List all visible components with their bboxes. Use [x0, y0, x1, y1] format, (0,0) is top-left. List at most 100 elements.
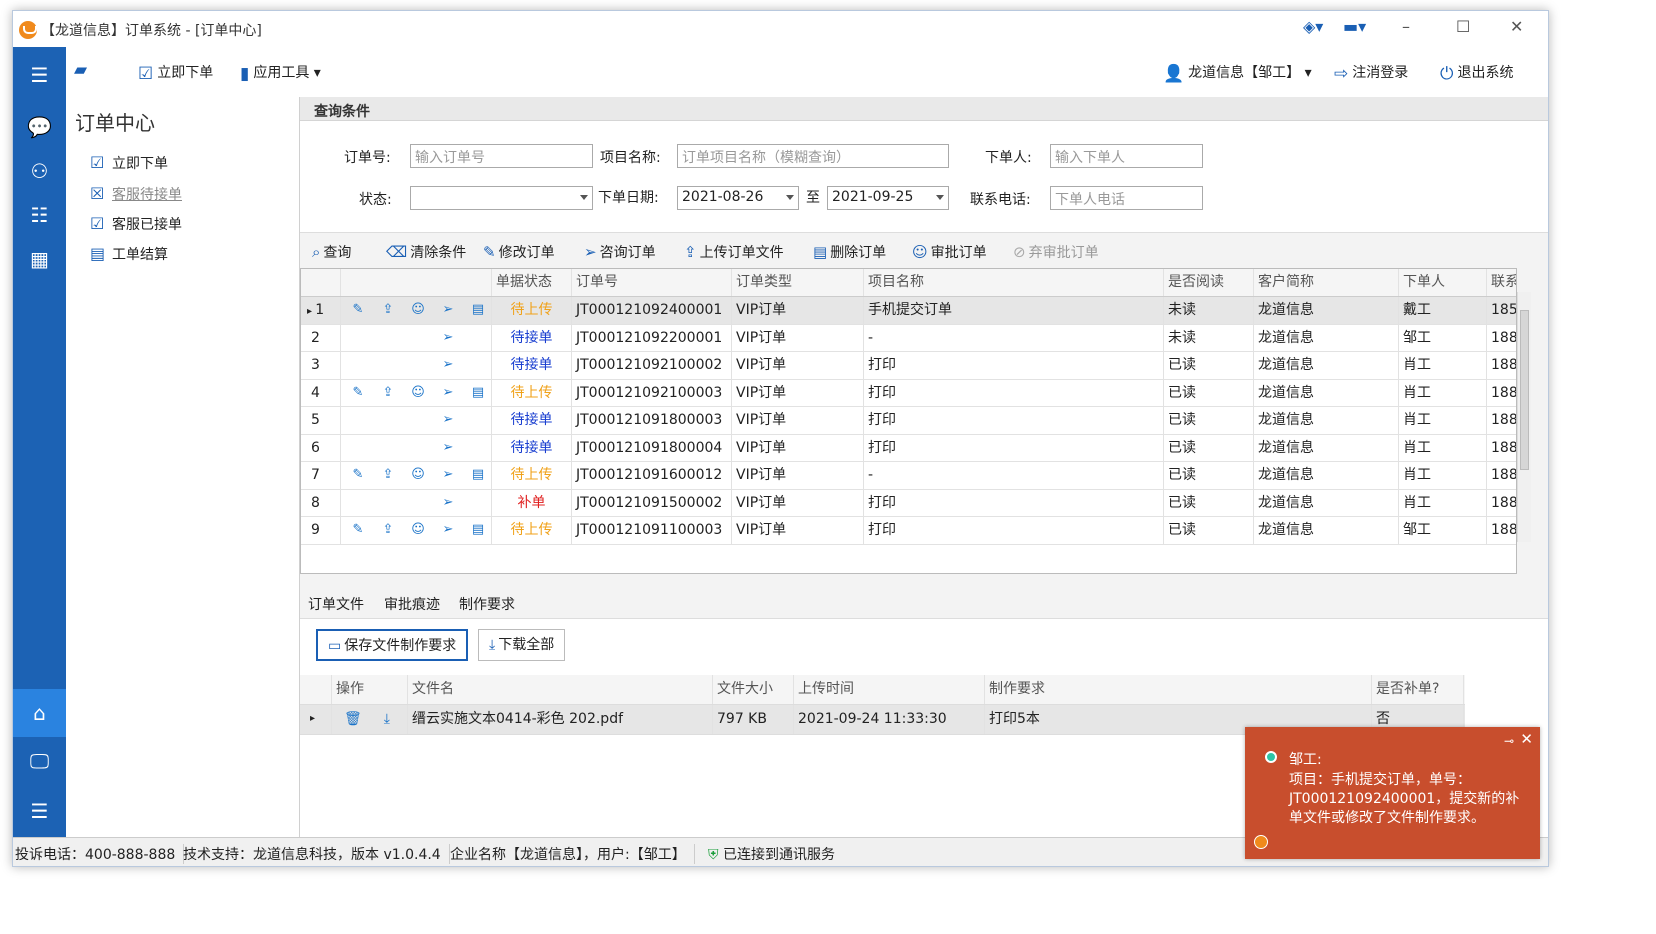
phone-input[interactable]: 下单人电话 [1050, 186, 1203, 210]
row-operations: ➢ [341, 434, 492, 461]
action-send-button[interactable]: ➢ 咨询订单 [584, 242, 656, 262]
tab-approval-trace[interactable]: 审批痕迹 [384, 594, 440, 614]
project-input[interactable]: 订单项目名称（模糊查询） [677, 144, 949, 168]
action-upload-button[interactable]: ⇪ 上传订单文件 [684, 242, 784, 262]
maximize-button[interactable]: ☐ [1456, 17, 1470, 36]
delete-doc-icon[interactable]: ▤ [463, 517, 491, 543]
status-select[interactable] [410, 186, 593, 210]
upload-icon[interactable]: ⇪ [373, 517, 403, 543]
send-icon[interactable]: ➢ [433, 435, 463, 461]
date-to-picker[interactable]: 2021-09-25 [827, 186, 949, 210]
home-icon[interactable]: ⌂ [13, 689, 66, 737]
column-header[interactable]: 单据状态 [492, 269, 572, 296]
query-form: 订单号: 输入订单号 项目名称: 订单项目名称（模糊查询） 下单人: 输入下单人… [300, 121, 1548, 233]
chat-icon[interactable]: ▰ [74, 60, 87, 80]
send-icon[interactable]: ➢ [433, 325, 463, 351]
delete-doc-icon[interactable]: ▤ [463, 462, 491, 488]
org-chart-icon[interactable]: ⚇ [13, 151, 66, 191]
upload-icon[interactable]: ⇪ [373, 462, 403, 488]
send-icon[interactable]: ➢ [433, 352, 463, 378]
cell-phone: 1882 [1487, 352, 1516, 379]
upload-icon[interactable]: ⇪ [373, 380, 403, 406]
trash-icon[interactable]: 🗑 [344, 711, 362, 727]
files-table-header: 操作 文件名 文件大小 上传时间 制作要求 是否补单? [300, 675, 1465, 705]
user-menu[interactable]: 👤 龙道信息【邹工】 ▾ [1163, 62, 1312, 84]
action-clear-button[interactable]: ⌫ 清除条件 [386, 242, 466, 262]
notification-toast[interactable]: ⊸ ✕ 邹工: 项目：手机提交订单，单号：JT000121092400001，提… [1245, 727, 1540, 859]
table-row[interactable]: 7 ✎ ⇪ ☺ ➢ ▤ 待上传 JT000121091600012 VIP订单 - 已读 龙道信息 肖工… [301, 462, 1516, 490]
send-icon[interactable]: ➢ [433, 380, 463, 406]
approve-user-icon[interactable]: ☺ [403, 380, 433, 406]
edit-icon[interactable]: ✎ [343, 297, 373, 323]
column-header[interactable]: 下单人 [1399, 269, 1487, 296]
app-tools-menu[interactable]: ▮ 应用工具 ▾ [240, 62, 321, 84]
table-row[interactable]: 6 ➢ 待接单 JT000121091800004 VIP订单 打印 已读 龙道信息 肖工 188… [301, 434, 1516, 462]
column-header[interactable]: 订单类型 [732, 269, 864, 296]
delete-doc-icon[interactable]: ▤ [463, 297, 491, 323]
cell-phone: 1882 [1487, 462, 1516, 489]
shield-check-icon: ⛨ [708, 847, 719, 863]
skin-icon[interactable]: ◈▾ [1303, 17, 1323, 36]
tab-order-files[interactable]: 订单文件 [308, 594, 364, 614]
approve-user-icon[interactable]: ☺ [403, 297, 433, 323]
approve-user-icon[interactable]: ☺ [403, 517, 433, 543]
cell-read: 已读 [1164, 407, 1254, 434]
document-list-icon[interactable]: ☷ [13, 195, 66, 235]
date-from-picker[interactable]: 2021-08-26 [677, 186, 799, 210]
edit-icon[interactable]: ✎ [343, 517, 373, 543]
exit-button[interactable]: ⏻ 退出系统 [1440, 62, 1513, 84]
column-header: 上传时间 [794, 675, 985, 704]
apps-grid-icon[interactable]: ▦ [13, 239, 66, 279]
table-row[interactable]: 9 ✎ ⇪ ☺ ➢ ▤ 待上传 JT000121091100003 VIP订单 打印 已读 龙道信息邹… [301, 517, 1516, 545]
menu-hamburger-icon[interactable]: ☰ [13, 55, 66, 95]
edit-icon[interactable]: ✎ [343, 380, 373, 406]
action-delete-doc-button[interactable]: ▤ 删除订单 [813, 242, 886, 262]
upload-icon[interactable]: ⇪ [373, 297, 403, 323]
action-approve-user-button[interactable]: ☺ 审批订单 [912, 242, 987, 262]
vertical-scrollbar[interactable] [1517, 292, 1531, 542]
table-row[interactable]: 4 ✎ ⇪ ☺ ➢ ▤ 待上传 JT000121092100003 VIP订单 打印 已读 龙道信息肖… [301, 379, 1516, 407]
buyer-input[interactable]: 输入下单人 [1050, 144, 1203, 168]
save-requirements-button[interactable]: ▭ 保存文件制作要求 [316, 629, 469, 661]
send-icon[interactable]: ➢ [433, 517, 463, 543]
approve-user-icon[interactable]: ☺ [403, 462, 433, 488]
table-row[interactable]: 8 ➢ 补单JT000121091500002VIP订单打印已读龙道信息肖工1882 [301, 489, 1516, 517]
column-header[interactable]: 客户简称 [1254, 269, 1399, 296]
send-icon[interactable]: ➢ [433, 490, 463, 516]
send-icon[interactable]: ➢ [433, 297, 463, 323]
column-header[interactable]: 项目名称 [864, 269, 1164, 296]
send-icon[interactable]: ➢ [433, 462, 463, 488]
order-no-input[interactable]: 输入订单号 [410, 144, 593, 168]
nav-item-accepted[interactable]: ☑ 客服已接单 [90, 214, 182, 234]
send-icon[interactable]: ➢ [433, 407, 463, 433]
column-header[interactable]: 是否阅读 [1164, 269, 1254, 296]
nav-item-pending[interactable]: ☒ 客服待接单 [90, 184, 182, 204]
column-header[interactable]: 订单号 [572, 269, 732, 296]
logout-button[interactable]: ⇨ 注消登录 [1334, 62, 1408, 84]
action-edit-button[interactable]: ✎ 修改订单 [483, 242, 555, 262]
action-unapprove-button[interactable]: ⊘ 弃审批订单 [1013, 242, 1099, 262]
edit-icon[interactable]: ✎ [343, 462, 373, 488]
table-row[interactable]: 2 ➢ 待接单JT000121092200001VIP订单-未读龙道信息邹工1882 [301, 324, 1516, 352]
scroll-thumb[interactable] [1520, 310, 1529, 470]
close-icon[interactable]: ✕ [1520, 730, 1533, 749]
delete-doc-icon[interactable]: ▤ [463, 380, 491, 406]
monitor-chart-icon[interactable]: 🖵 [13, 741, 66, 781]
download-icon[interactable]: ⤓ [384, 711, 390, 727]
minimize-button[interactable]: – [1402, 17, 1410, 36]
download-all-button[interactable]: ⤓ 下载全部 [478, 629, 566, 661]
table-row[interactable]: 5 ➢ 待接单 JT000121091800003 VIP订单 打印 已读 龙道信息 肖工 188… [301, 407, 1516, 435]
table-row[interactable]: ▸ 1 ✎ ⇪ ☺ ➢ ▤ 待上传 JT000121092400001 VIP订单 手机提交订单未… [301, 297, 1516, 325]
nav-item-settlement[interactable]: ▤ 工单结算 [90, 244, 168, 264]
pin-icon[interactable]: ⊸ [1504, 732, 1514, 751]
theme-color-icon[interactable]: ▬▾ [1343, 17, 1366, 36]
action-search-button[interactable]: ⌕ 查询 [312, 242, 351, 262]
nav-item-order-now[interactable]: ☑ 立即下单 [90, 153, 168, 173]
message-icon[interactable]: 💬 [13, 107, 66, 147]
more-menu-icon[interactable]: ☰ [13, 791, 66, 831]
close-button[interactable]: ✕ [1510, 17, 1523, 36]
table-row[interactable]: 3 ➢ 待接单 JT000121092100002 VIP订单 打印 已读 龙道信息 肖工 188… [301, 352, 1516, 380]
tab-production-req[interactable]: 制作要求 [459, 594, 515, 614]
order-now-button[interactable]: ☑ 立即下单 [138, 62, 213, 84]
column-header[interactable]: 联系电话 [1487, 269, 1516, 296]
